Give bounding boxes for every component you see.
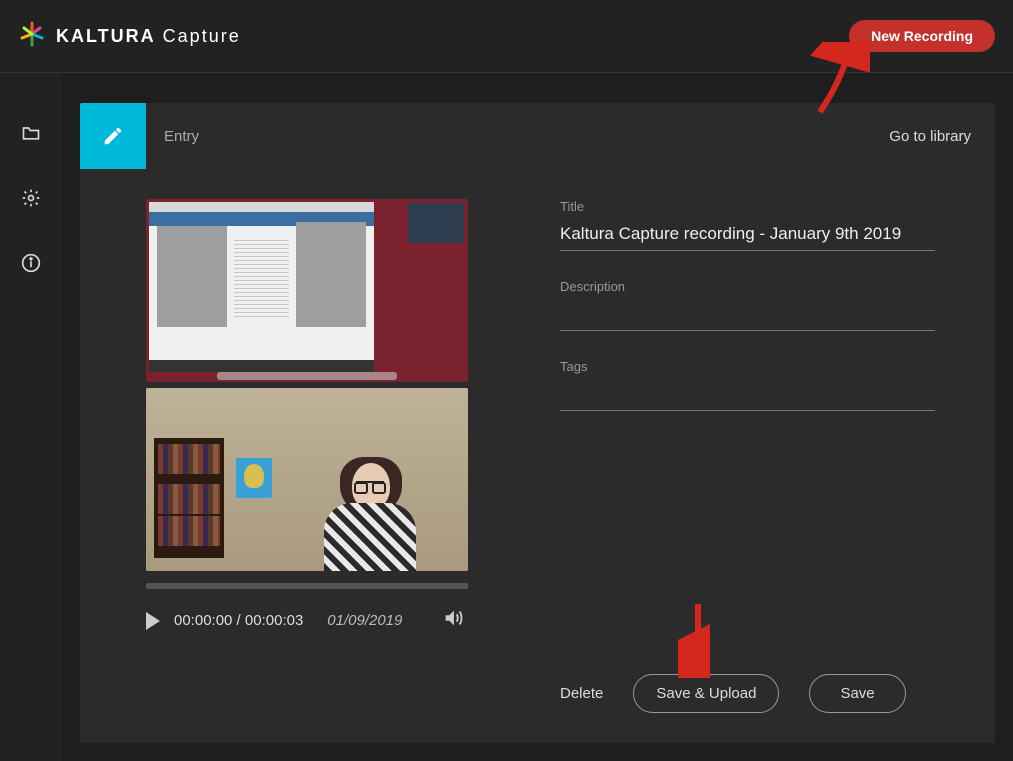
brand-strong: KALTURA [56,26,156,46]
save-button[interactable]: Save [809,674,905,713]
screen-recording-preview[interactable] [146,199,468,382]
play-icon[interactable] [146,612,160,630]
info-icon[interactable] [21,253,41,278]
entry-panel: Entry Go to library [80,103,995,743]
gear-icon[interactable] [21,188,41,213]
recording-date: 01/09/2019 [327,612,402,629]
tab-entry[interactable]: Entry [164,128,199,145]
go-to-library-link[interactable]: Go to library [889,128,971,145]
webcam-recording-preview[interactable] [146,388,468,571]
folder-icon[interactable] [21,123,41,148]
current-time: 00:00:00 [174,612,232,629]
edit-tile[interactable] [80,103,146,169]
scrub-bar[interactable] [146,583,468,589]
tags-label: Tags [560,359,935,374]
title-label: Title [560,199,935,214]
brand-light: Capture [163,26,241,46]
logo-icon [18,20,46,53]
app-header: KALTURA Capture New Recording [0,0,1013,73]
save-upload-button[interactable]: Save & Upload [633,674,779,713]
time-display: 00:00:00 / 00:00:03 [174,612,303,629]
title-input[interactable] [560,220,935,251]
volume-icon[interactable] [442,607,464,634]
pencil-icon [102,125,124,147]
delete-button[interactable]: Delete [560,685,603,702]
brand-text: KALTURA Capture [56,26,241,47]
brand: KALTURA Capture [18,20,241,53]
description-input[interactable] [560,300,935,331]
description-label: Description [560,279,935,294]
new-recording-button[interactable]: New Recording [849,20,995,52]
tags-input[interactable] [560,380,935,411]
duration: 00:00:03 [245,612,303,629]
left-rail [0,73,62,761]
